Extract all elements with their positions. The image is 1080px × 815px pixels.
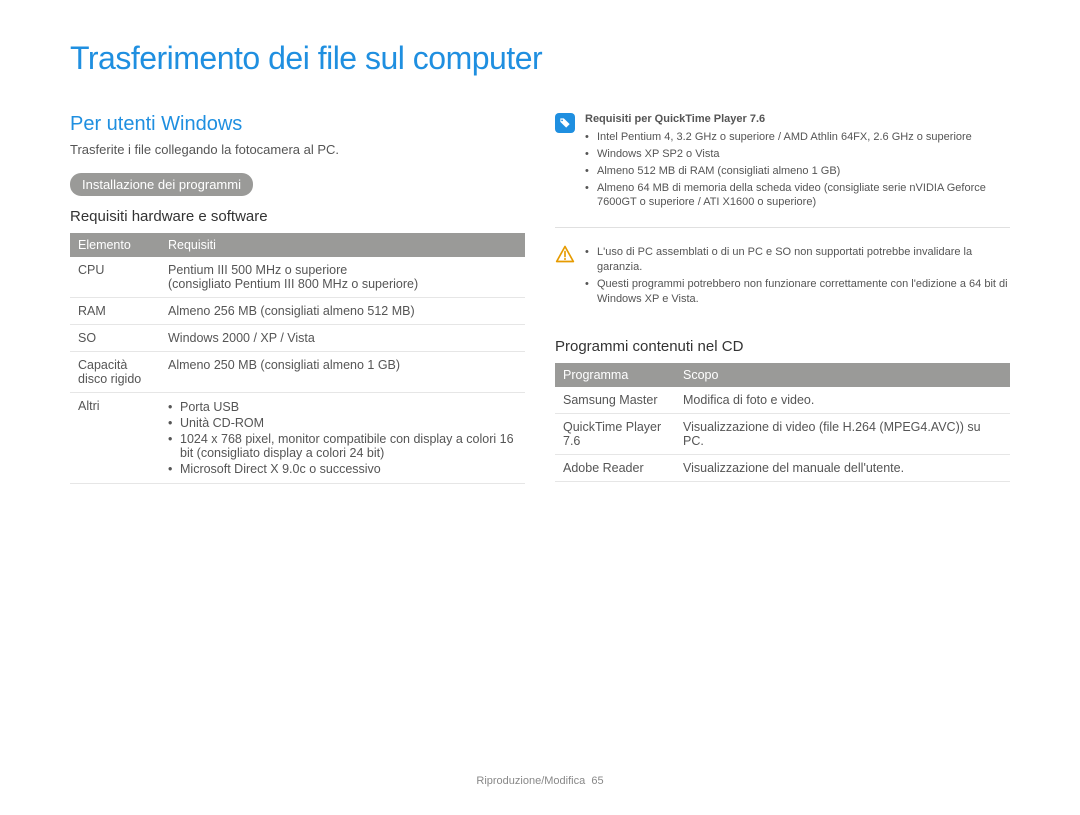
cell-scope: Modifica di foto e video. xyxy=(675,387,1010,414)
cell-req: Windows 2000 / XP / Vista xyxy=(160,325,525,352)
table-row: QuickTime Player 7.6 Visualizzazione di … xyxy=(555,413,1010,454)
intro-text: Trasferite i file collegando la fotocame… xyxy=(70,142,525,157)
list-item: Unità CD-ROM xyxy=(168,415,517,431)
cell-scope: Visualizzazione del manuale dell'utente. xyxy=(675,454,1010,481)
cell-el: RAM xyxy=(70,298,160,325)
info-icon xyxy=(555,113,575,133)
cell-scope: Visualizzazione di video (file H.264 (MP… xyxy=(675,413,1010,454)
table-row: Altri Porta USB Unità CD-ROM 1024 x 768 … xyxy=(70,393,525,484)
list-item: Porta USB xyxy=(168,399,517,415)
list-item: Microsoft Direct X 9.0c o successivo xyxy=(168,461,517,477)
programs-heading: Programmi contenuti nel CD xyxy=(555,338,1010,355)
cell-req: Porta USB Unità CD-ROM 1024 x 768 pixel,… xyxy=(160,393,525,484)
cell-req: Almeno 256 MB (consigliati almeno 512 MB… xyxy=(160,298,525,325)
list-item: Questi programmi potrebbero non funziona… xyxy=(585,276,1010,308)
footer-section: Riproduzione/Modifica xyxy=(476,775,585,787)
footer-page-number: 65 xyxy=(591,775,603,787)
cell-req: Almeno 250 MB (consigliati almeno 1 GB) xyxy=(160,352,525,393)
list-item: Almeno 512 MB di RAM (consigliati almeno… xyxy=(585,163,1010,180)
table-row: Samsung Master Modifica di foto e video. xyxy=(555,387,1010,414)
right-column: Requisiti per QuickTime Player 7.6 Intel… xyxy=(555,113,1010,484)
list-item: L'uso di PC assemblati o di un PC e SO n… xyxy=(585,244,1010,276)
cell-program: QuickTime Player 7.6 xyxy=(555,413,675,454)
th-programma: Programma xyxy=(555,363,675,387)
divider xyxy=(555,227,1010,228)
page-footer: Riproduzione/Modifica 65 xyxy=(0,775,1080,787)
cell-program: Adobe Reader xyxy=(555,454,675,481)
programs-table: Programma Scopo Samsung Master Modifica … xyxy=(555,363,1010,482)
list-item: Windows XP SP2 o Vista xyxy=(585,146,1010,163)
th-scopo: Scopo xyxy=(675,363,1010,387)
warning-note: L'uso di PC assemblati o di un PC e SO n… xyxy=(555,244,1010,307)
requirements-table: Elemento Requisiti CPU Pentium III 500 M… xyxy=(70,233,525,484)
cell-el: Capacità disco rigido xyxy=(70,352,160,393)
cell-el: Altri xyxy=(70,393,160,484)
requirements-subheading: Requisiti hardware e software xyxy=(70,208,525,225)
list-item: Almeno 64 MB di memoria della scheda vid… xyxy=(585,180,1010,212)
th-requisiti: Requisiti xyxy=(160,233,525,257)
table-row: RAM Almeno 256 MB (consigliati almeno 51… xyxy=(70,298,525,325)
info-note-title: Requisiti per QuickTime Player 7.6 xyxy=(585,113,1010,125)
list-item: 1024 x 768 pixel, monitor compatibile co… xyxy=(168,431,517,461)
cell-program: Samsung Master xyxy=(555,387,675,414)
install-pill: Installazione dei programmi xyxy=(70,173,253,196)
cell-el: CPU xyxy=(70,257,160,298)
table-row: SO Windows 2000 / XP / Vista xyxy=(70,325,525,352)
left-column: Per utenti Windows Trasferite i file col… xyxy=(70,113,525,484)
list-item: Intel Pentium 4, 3.2 GHz o superiore / A… xyxy=(585,129,1010,146)
section-heading-windows: Per utenti Windows xyxy=(70,113,525,136)
info-note: Requisiti per QuickTime Player 7.6 Intel… xyxy=(555,113,1010,211)
warning-icon xyxy=(555,244,575,264)
page-title: Trasferimento dei file sul computer xyxy=(70,40,1010,77)
cell-req: Pentium III 500 MHz o superiore (consigl… xyxy=(160,257,525,298)
table-row: CPU Pentium III 500 MHz o superiore (con… xyxy=(70,257,525,298)
cell-el: SO xyxy=(70,325,160,352)
th-elemento: Elemento xyxy=(70,233,160,257)
table-row: Adobe Reader Visualizzazione del manuale… xyxy=(555,454,1010,481)
table-row: Capacità disco rigido Almeno 250 MB (con… xyxy=(70,352,525,393)
